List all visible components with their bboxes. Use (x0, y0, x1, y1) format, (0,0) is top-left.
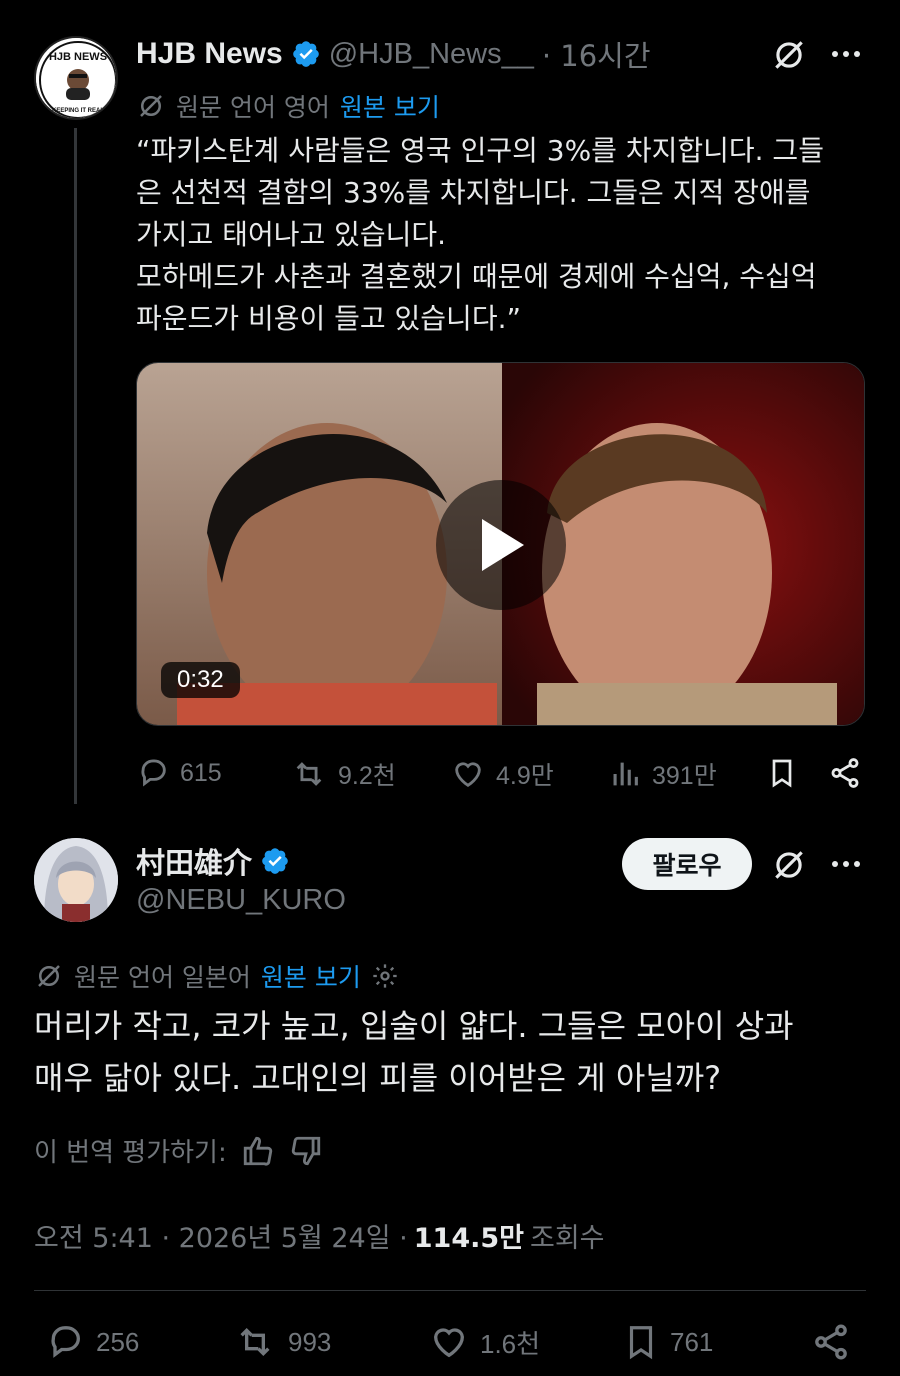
translate-icon (34, 961, 64, 991)
author-name[interactable]: HJB News (136, 37, 283, 71)
repost-icon (296, 762, 322, 786)
bookmark-icon (629, 1326, 653, 1360)
avatar-logo-text: HJB NEWS (49, 51, 107, 63)
verified-badge-icon (260, 846, 290, 876)
reply-button[interactable]: 256 (44, 1322, 139, 1362)
reply-action-bar: 256 993 1.6천 761 (34, 1316, 866, 1366)
rate-label: 이 번역 평가하기: (34, 1138, 227, 1168)
like-button[interactable]: 4.9만 (450, 756, 554, 792)
reply-icon (141, 759, 166, 787)
verified-badge-icon (291, 39, 321, 69)
reply-author-handle[interactable]: @NEBU_KURO (136, 884, 346, 917)
play-button[interactable] (436, 480, 566, 610)
rate-translation: 이 번역 평가하기: (34, 1132, 323, 1169)
view-original-link[interactable]: 원본 보기 (340, 88, 440, 124)
share-icon (815, 1324, 847, 1360)
heart-icon (433, 1328, 465, 1358)
bookmark-button[interactable] (766, 756, 798, 790)
nebu-kuro-avatar[interactable] (34, 838, 118, 922)
post-timestamp[interactable]: 오전 5:41 · 2026년 5월 24일 · (34, 1216, 408, 1255)
repost-icon (240, 1327, 270, 1357)
translate-icon (136, 91, 166, 121)
thumbs-down-icon[interactable] (289, 1134, 323, 1168)
quoted-header: HJB News @HJB_News__ · 16시간 (136, 34, 651, 74)
views-label: 조회수 (530, 1223, 605, 1254)
reply-author-name[interactable]: 村田雄介 (136, 840, 252, 882)
grok-icon[interactable] (770, 36, 808, 74)
like-button[interactable]: 1.6천 (428, 1322, 540, 1362)
bookmark-icon (772, 759, 792, 788)
views-count: 391만 (652, 762, 717, 790)
avatar-logo-subtext: KEEPING IT REAL (52, 108, 104, 114)
reply-button[interactable]: 615 (136, 756, 222, 790)
share-icon (831, 758, 859, 788)
play-icon (482, 519, 524, 571)
reply-icon (51, 1326, 80, 1358)
post-time[interactable]: · 16시간 (542, 33, 651, 75)
like-count: 1.6천 (480, 1328, 541, 1359)
repost-count: 9.2천 (338, 762, 396, 790)
hjb-news-avatar[interactable]: HJB NEWS KEEPING IT REAL (34, 36, 118, 120)
author-handle[interactable]: @HJB_News__ (329, 38, 534, 71)
reply-author-row: 村田雄介 (136, 840, 290, 882)
view-original-link[interactable]: 원본 보기 (261, 958, 361, 994)
reply-count: 615 (180, 758, 222, 787)
heart-icon (455, 762, 481, 788)
views-total: 114.5만 (413, 1223, 524, 1254)
repost-count: 993 (288, 1326, 332, 1357)
follow-button[interactable]: 팔로우 (622, 838, 752, 890)
translate-label: 원문 언어 일본어 (74, 963, 251, 992)
settings-gear-icon[interactable] (371, 962, 399, 990)
bookmark-button[interactable]: 761 (622, 1322, 713, 1362)
repost-button[interactable]: 9.2천 (290, 756, 396, 792)
divider (34, 1290, 866, 1291)
share-button[interactable] (810, 1322, 852, 1362)
reply-translation-notice: 원문 언어 일본어 원본 보기 (34, 958, 399, 994)
views-icon (613, 762, 638, 786)
video-duration: 0:32 (161, 662, 240, 698)
more-options-icon[interactable] (830, 850, 862, 878)
share-button[interactable] (828, 756, 862, 790)
reply-post-text: 머리가 작고, 코가 높고, 입술이 얇다. 그들은 모아이 상과 매우 닮아 … (34, 1007, 794, 1097)
reply-count: 256 (96, 1326, 140, 1357)
translate-label: 원문 언어 영어 (176, 93, 330, 122)
translation-notice: 원문 언어 영어 원본 보기 (136, 88, 440, 124)
more-options-icon[interactable] (830, 40, 862, 68)
grok-icon[interactable] (770, 846, 808, 884)
post-meta: 오전 5:41 · 2026년 5월 24일 · 114.5만 조회수 (34, 1216, 605, 1255)
quoted-action-bar: 615 9.2천 4.9만 391만 (136, 752, 866, 796)
thread-line (74, 128, 77, 804)
repost-button[interactable]: 993 (232, 1322, 331, 1362)
bookmark-count: 761 (670, 1326, 714, 1357)
like-count: 4.9만 (496, 762, 554, 790)
thumbs-up-icon[interactable] (241, 1134, 275, 1168)
views-button[interactable]: 391만 (608, 756, 717, 792)
quoted-post-text: “파키스탄계 사람들은 영국 인구의 3%를 차지합니다. 그들 은 선천적 결… (136, 134, 824, 335)
